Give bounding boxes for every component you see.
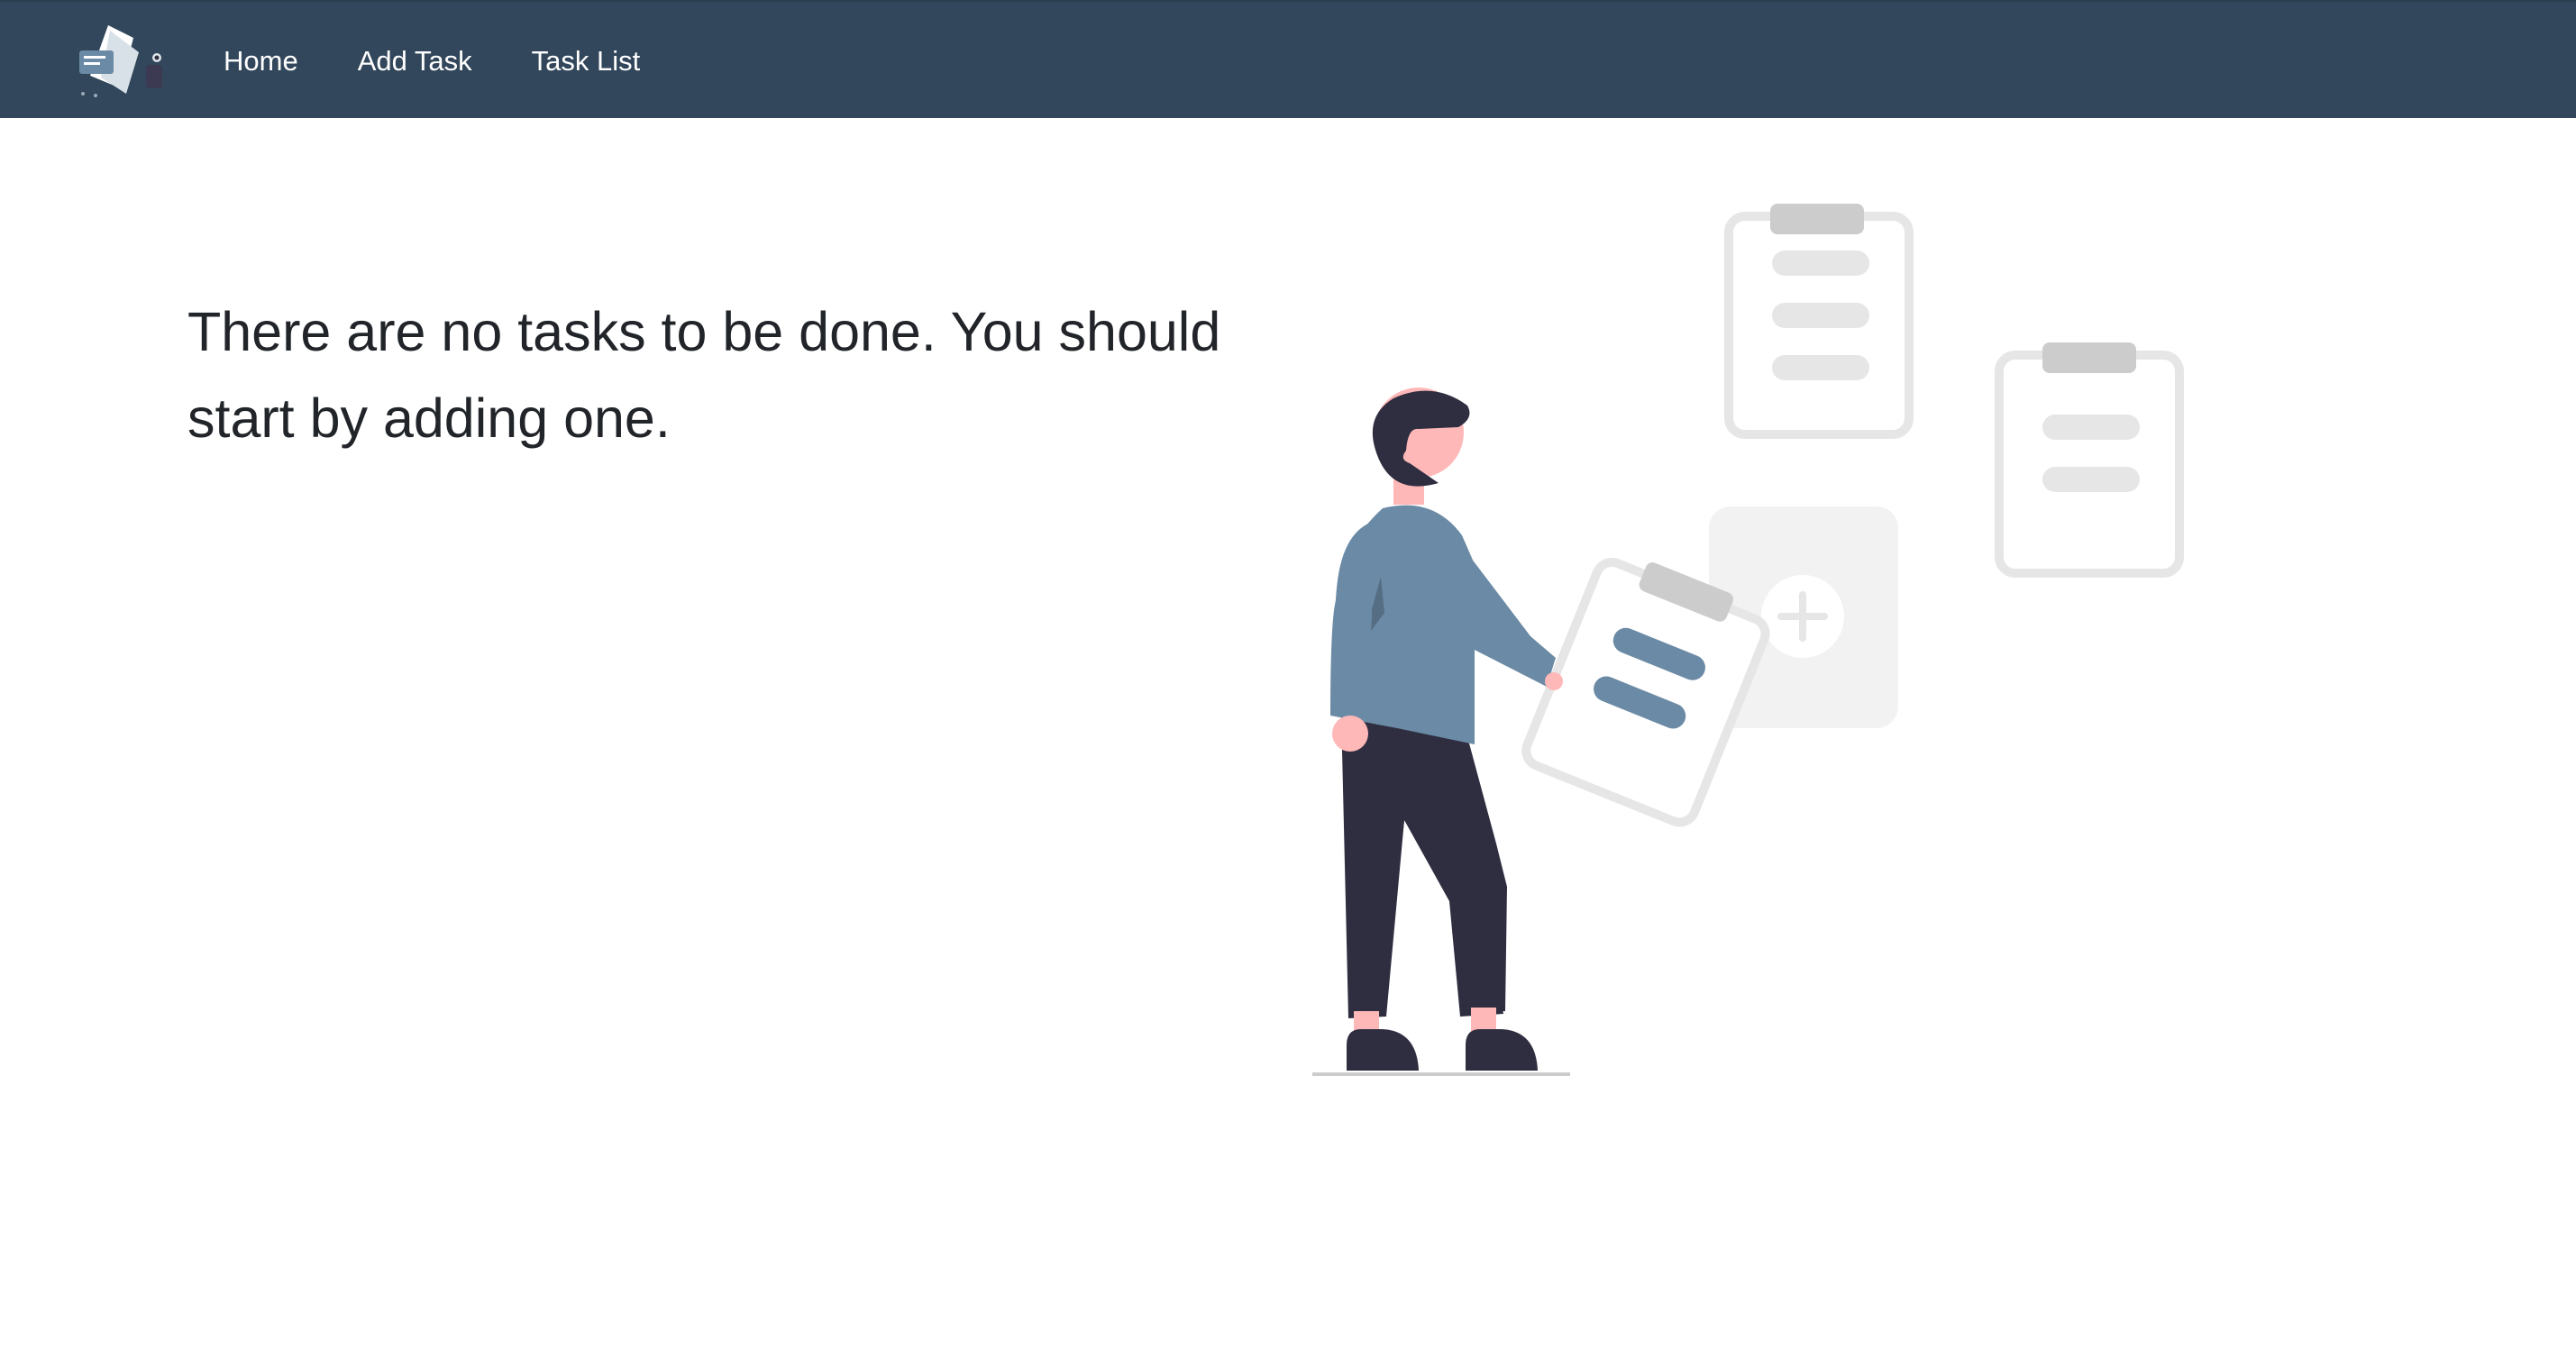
- navbar: Home Add Task Task List: [0, 0, 2576, 118]
- clipboard-icon: [1995, 342, 2184, 578]
- clipboard-icon: [1724, 204, 1914, 439]
- brand-logo-icon[interactable]: [74, 22, 173, 99]
- nav-home-link[interactable]: Home: [224, 45, 298, 78]
- nav-task-list-link[interactable]: Task List: [532, 45, 641, 78]
- nav-add-task-link[interactable]: Add Task: [358, 45, 472, 78]
- empty-state-message: There are no tasks to be done. You shoul…: [187, 301, 1221, 449]
- person-figure: [1330, 388, 1563, 1071]
- person-holding-clipboard-illustration: [1298, 189, 2208, 1090]
- nav-links: Home Add Task Task List: [224, 2, 699, 120]
